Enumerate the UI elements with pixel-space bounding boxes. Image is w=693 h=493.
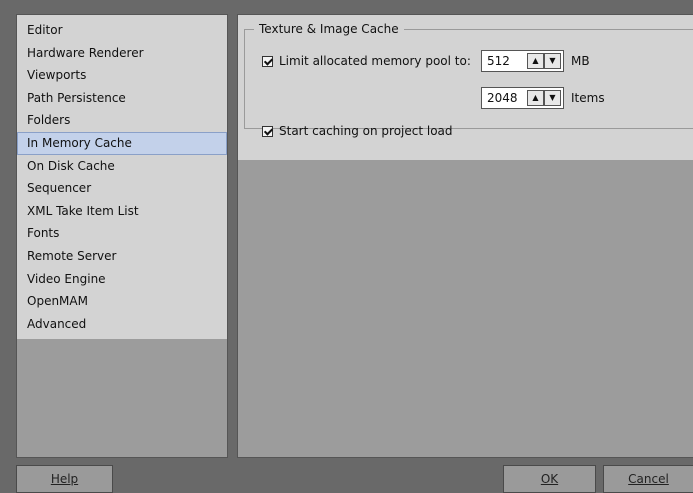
category-list: Editor Hardware Renderer Viewports Path … bbox=[17, 19, 227, 335]
start-caching-checkbox[interactable] bbox=[262, 125, 273, 137]
group-title: Texture & Image Cache bbox=[254, 22, 404, 36]
cancel-button-label: Cancel bbox=[628, 472, 669, 486]
category-list-panel: Editor Hardware Renderer Viewports Path … bbox=[16, 14, 228, 458]
increment-icon[interactable]: ▲ bbox=[527, 53, 544, 69]
limit-pool-row[interactable]: Limit allocated memory pool to: bbox=[262, 54, 471, 68]
list-item-fonts[interactable]: Fonts bbox=[17, 222, 227, 245]
list-item-on-disk-cache[interactable]: On Disk Cache bbox=[17, 155, 227, 178]
memory-pool-spin-buttons: ▲ ▼ bbox=[527, 53, 561, 69]
list-item-folders[interactable]: Folders bbox=[17, 109, 227, 132]
list-item-viewports[interactable]: Viewports bbox=[17, 64, 227, 87]
list-item-hardware-renderer[interactable]: Hardware Renderer bbox=[17, 42, 227, 65]
cancel-button[interactable]: Cancel bbox=[603, 465, 693, 493]
items-spin-buttons: ▲ ▼ bbox=[527, 90, 561, 106]
decrement-icon[interactable]: ▼ bbox=[544, 90, 561, 106]
limit-pool-label[interactable]: Limit allocated memory pool to: bbox=[279, 54, 471, 68]
list-item-in-memory-cache[interactable]: In Memory Cache bbox=[17, 131, 227, 155]
memory-pool-spinbox[interactable]: 512 ▲ ▼ bbox=[481, 50, 564, 72]
list-item-sequencer[interactable]: Sequencer bbox=[17, 177, 227, 200]
limit-pool-checkbox[interactable] bbox=[262, 55, 273, 67]
start-caching-label[interactable]: Start caching on project load bbox=[279, 124, 453, 138]
list-item-remote-server[interactable]: Remote Server bbox=[17, 245, 227, 268]
items-value[interactable]: 2048 bbox=[487, 91, 518, 105]
start-caching-row[interactable]: Start caching on project load bbox=[262, 124, 453, 138]
memory-unit-label: MB bbox=[571, 54, 590, 68]
help-button[interactable]: Help bbox=[16, 465, 113, 493]
ok-button-label: OK bbox=[540, 472, 559, 486]
texture-image-cache-group: Texture & Image Cache Limit allocated me… bbox=[238, 15, 693, 160]
list-item-advanced[interactable]: Advanced bbox=[17, 313, 227, 336]
increment-icon[interactable]: ▲ bbox=[527, 90, 544, 106]
list-item-video-engine[interactable]: Video Engine bbox=[17, 268, 227, 291]
list-item-xml-take-item-list[interactable]: XML Take Item List bbox=[17, 200, 227, 223]
ok-button[interactable]: OK bbox=[503, 465, 596, 493]
settings-panel: Texture & Image Cache Limit allocated me… bbox=[237, 14, 693, 458]
items-spinbox[interactable]: 2048 ▲ ▼ bbox=[481, 87, 564, 109]
list-item-path-persistence[interactable]: Path Persistence bbox=[17, 87, 227, 110]
group-frame bbox=[244, 29, 693, 129]
decrement-icon[interactable]: ▼ bbox=[544, 53, 561, 69]
list-item-editor[interactable]: Editor bbox=[17, 19, 227, 42]
list-item-openmam[interactable]: OpenMAM bbox=[17, 290, 227, 313]
items-unit-label: Items bbox=[571, 91, 605, 105]
memory-pool-value[interactable]: 512 bbox=[487, 54, 510, 68]
help-button-label: Help bbox=[50, 472, 79, 486]
